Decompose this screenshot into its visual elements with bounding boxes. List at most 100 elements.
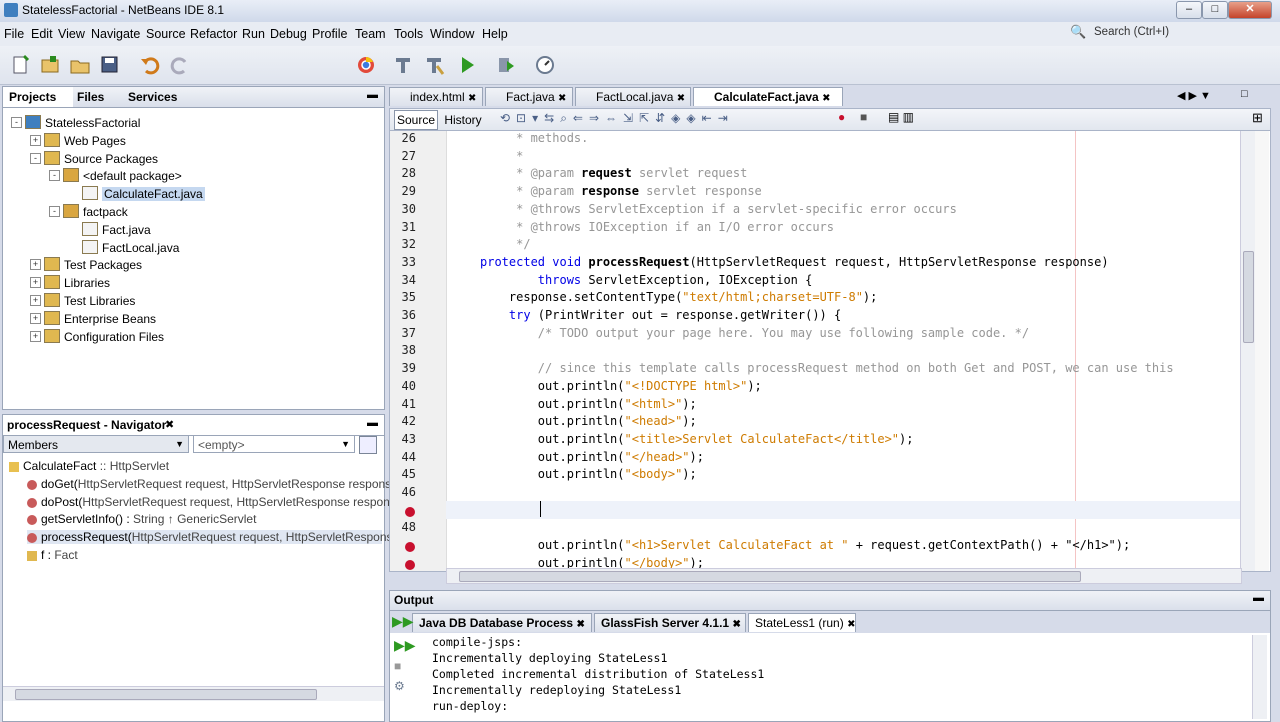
collapse-icon[interactable]: - [49,206,60,217]
navigator-member[interactable]: getServletInfo() : String ↑ GenericServl… [27,512,256,526]
close-tab-icon[interactable]: ✖ [732,619,740,630]
tree-item-source-packages[interactable]: - Source Packages [30,150,158,166]
editor-hscrollbar[interactable] [446,568,1242,584]
tab-files[interactable]: Files [77,90,104,104]
browser-icon[interactable] [355,54,377,76]
members-dropdown[interactable]: Members ▼ [3,435,189,453]
expand-icon[interactable]: + [30,312,41,324]
expand-icon[interactable]: + [30,330,41,342]
maximize-editor-icon[interactable]: □ [1241,88,1248,100]
history-button[interactable]: History [442,111,484,129]
menu-edit[interactable]: Edit [31,27,53,41]
tree-item-web-pages[interactable]: + Web Pages [30,132,126,148]
error-marker-icon[interactable] [405,542,415,553]
menu-source[interactable]: Source [146,27,186,41]
close-tab-icon[interactable]: ✖ [847,619,855,630]
new-file-icon[interactable] [10,54,32,76]
editor-tab-fact-java[interactable]: Fact.java ✖ [485,87,573,106]
navigator-member[interactable]: doPost(HttpServletRequest request, HttpS… [27,495,416,509]
rerun-icon[interactable]: ▶▶ [392,613,414,630]
output-vscrollbar[interactable] [1252,635,1267,719]
minimize-navigator-icon[interactable]: ▬ [367,417,378,429]
maximize-button[interactable]: □ [1202,1,1228,19]
menu-file[interactable]: File [4,27,24,41]
tree-item-statelessfactorial[interactable]: - StatelessFactorial [11,115,140,130]
tab-services[interactable]: Services [128,90,177,104]
run-icon[interactable] [456,54,478,76]
output-tab-javadb[interactable]: Java DB Database Process ✖ [412,613,592,632]
filter-dropdown[interactable]: <empty> ▼ [193,435,355,453]
navigator-options-icon[interactable] [359,436,377,454]
menu-navigate[interactable]: Navigate [91,27,140,41]
tree-item-enterprise-beans[interactable]: + Enterprise Beans [30,310,156,326]
tree-item-test-packages[interactable]: + Test Packages [30,257,142,272]
stop-icon[interactable]: ■ [394,659,401,673]
menu-team[interactable]: Team [355,27,386,41]
output-settings-icon[interactable]: ⚙ [394,679,405,693]
menu-run[interactable]: Run [242,27,265,41]
menu-refactor[interactable]: Refactor [190,27,237,41]
tree-item-test-libraries[interactable]: + Test Libraries [30,293,135,308]
code-editor[interactable]: 26 27 28 29 30 31 32 33 34 35 36 37 38 39 40 41 42 43 44 45… [389,130,1271,572]
navigator-member[interactable]: processRequest(HttpServletRequest reques… [27,530,419,545]
redo-icon[interactable] [169,54,191,76]
error-marker-icon[interactable] [405,559,415,570]
close-tab-icon[interactable]: ✖ [576,619,584,630]
expand-icon[interactable]: + [30,134,41,146]
stop-macro-icon[interactable]: ■ [860,110,867,124]
close-navigator-icon[interactable]: ✖ [165,418,174,431]
editor-tab-calculatefact-java[interactable]: CalculateFact.java ✖ [693,87,843,106]
close-tab-icon[interactable]: ✖ [677,93,685,104]
menu-debug[interactable]: Debug [270,27,307,41]
tab-projects[interactable]: Projects [9,90,56,104]
navigator-member[interactable]: doGet(HttpServletRequest request, HttpSe… [27,477,423,491]
minimize-output-icon[interactable]: ▬ [1253,592,1264,604]
collapse-icon[interactable]: - [49,170,60,182]
close-button[interactable]: ✕ [1228,1,1272,19]
editor-action-icons[interactable]: ⟲⊡▾⇆⌕⇐⇒⇔⇲⇱⇵◈◈⇤⇥ [500,111,734,126]
profile-icon[interactable] [534,54,556,76]
expand-icon[interactable]: + [30,295,41,306]
minimize-panel-icon[interactable]: ▬ [367,89,378,101]
expand-icon[interactable]: + [30,277,41,289]
error-marker-icon[interactable] [405,506,415,517]
undo-icon[interactable] [139,54,161,76]
menu-tools[interactable]: Tools [394,27,423,41]
navigator-member[interactable]: CalculateFact :: HttpServlet [9,459,169,473]
source-button[interactable]: Source [394,110,438,130]
close-tab-icon[interactable]: ✖ [822,93,830,104]
tree-item-calculatefact-java[interactable]: CalculateFact.java [82,186,205,202]
editor-tab-index-html[interactable]: index.html ✖ [389,87,483,106]
minimize-button[interactable]: – [1176,1,1202,19]
comment-icon[interactable]: ▤ ▥ [888,110,914,124]
record-macro-icon[interactable]: ● [838,110,845,124]
menu-view[interactable]: View [58,27,85,41]
tab-nav-arrows-icon[interactable]: ◀ ▶ ▼ [1177,89,1211,102]
split-editor-icon[interactable]: ⊞ [1252,110,1263,126]
rerun-with-args-icon[interactable]: ▶▶ [394,637,416,654]
menu-window[interactable]: Window [430,27,474,41]
tree-item-default-package[interactable]: - <default package> [49,168,182,183]
build-icon[interactable] [392,54,414,76]
editor-tab-factlocal-java[interactable]: FactLocal.java ✖ [575,87,691,106]
menu-profile[interactable]: Profile [312,27,347,41]
search-box[interactable]: 🔍 Search (Ctrl+I) [1068,24,1268,42]
menu-help[interactable]: Help [482,27,508,41]
open-project-icon[interactable] [69,54,91,76]
tree-item-configuration-files[interactable]: + Configuration Files [30,328,164,344]
expand-icon[interactable]: + [30,259,41,271]
close-tab-icon[interactable]: ✖ [468,93,476,104]
new-project-icon[interactable] [39,54,61,76]
output-tab-stateless-run[interactable]: StateLess1 (run) ✖ [748,613,856,632]
clean-build-icon[interactable] [423,54,445,76]
debug-icon[interactable] [494,54,516,76]
collapse-icon[interactable]: - [11,117,22,128]
tree-item-fact-java[interactable]: Fact.java [82,221,151,237]
close-tab-icon[interactable]: ✖ [558,93,566,104]
tree-item-factlocal-java[interactable]: FactLocal.java [82,239,179,255]
save-all-icon[interactable] [99,54,121,76]
navigator-hscrollbar[interactable] [3,686,384,701]
output-tab-glassfish[interactable]: GlassFish Server 4.1.1 ✖ [594,613,746,632]
tree-item-factpack[interactable]: - factpack [49,204,128,219]
collapse-icon[interactable]: - [30,152,41,164]
